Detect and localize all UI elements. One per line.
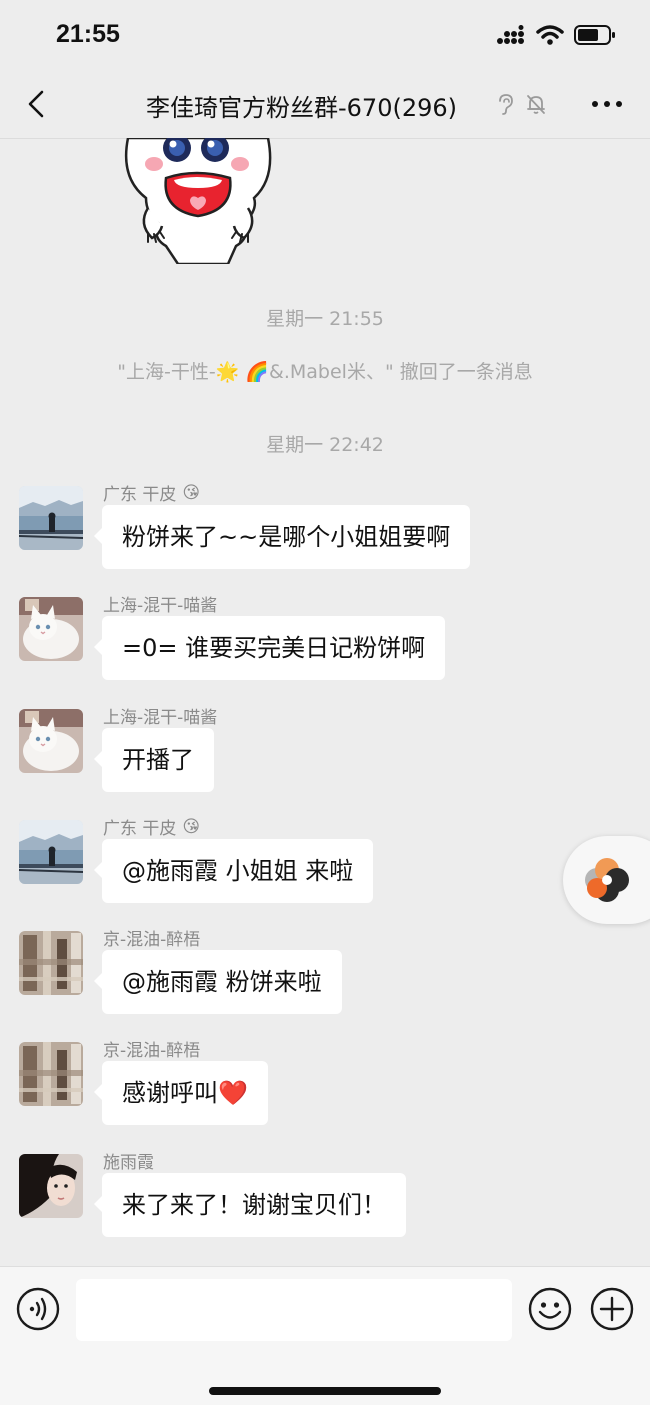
status-bar: 21:55 bbox=[0, 0, 650, 72]
sender-emoji: 😘 bbox=[182, 482, 201, 503]
cellular-signal-icon bbox=[497, 25, 524, 44]
recall-notice: "上海-干性-🌟 🌈&.Mabel米、" 撤回了一条消息 bbox=[117, 361, 533, 383]
timestamp-2: 星期一 22:42 bbox=[266, 434, 384, 456]
blurred-room-avatar[interactable] bbox=[19, 1042, 83, 1106]
sender-name-text: 京-混油-醉梧 bbox=[103, 1041, 201, 1061]
sender-name-text: 上海-混干-喵酱 bbox=[103, 708, 218, 728]
message-bubble[interactable]: =0= 谁要买完美日记粉饼啊 bbox=[93, 616, 446, 680]
mute-bell-icon bbox=[527, 95, 545, 114]
message-bubble[interactable]: 开播了 bbox=[94, 728, 214, 792]
voice-input-button[interactable] bbox=[16, 1287, 60, 1331]
white-cat-avatar[interactable] bbox=[19, 597, 83, 661]
sender-name-text: 施雨霞 bbox=[103, 1153, 154, 1173]
sender-name: 上海-混干-喵酱 bbox=[103, 703, 217, 728]
back-button[interactable] bbox=[18, 84, 58, 124]
sender-name: 广东 干皮 😘 bbox=[103, 480, 201, 506]
sender-name: 广东 干皮 😘 bbox=[103, 814, 201, 840]
sender-name-text: 广东 干皮 bbox=[103, 485, 177, 505]
home-indicator[interactable] bbox=[209, 1387, 441, 1395]
lake-person-avatar[interactable] bbox=[19, 820, 83, 884]
input-bar bbox=[0, 1266, 650, 1405]
battery-icon bbox=[574, 25, 615, 45]
sender-name: 上海-混干-喵酱 bbox=[103, 591, 217, 616]
message-bubble[interactable]: 来了来了！谢谢宝贝们！ bbox=[94, 1173, 406, 1237]
wifi-icon bbox=[536, 25, 564, 45]
status-icons bbox=[496, 24, 616, 46]
chat-screen: 21:55 李佳琦官方粉丝群-670(296) 星期一 21:55 "上海-干性… bbox=[0, 0, 650, 1405]
sender-name: 京-混油-醉梧 bbox=[103, 1036, 200, 1061]
message-bubble[interactable]: @施雨霞 粉饼来啦 bbox=[94, 950, 342, 1014]
title-status-icons bbox=[494, 92, 548, 116]
nav-bar: 李佳琦官方粉丝群-670(296) bbox=[0, 72, 650, 139]
white-cat-avatar[interactable] bbox=[19, 709, 83, 773]
ear-icon bbox=[499, 94, 513, 115]
message-bubble[interactable]: 粉饼来了~~是哪个小姐姐要啊 bbox=[93, 505, 471, 569]
sender-name: 京-混油-醉梧 bbox=[103, 925, 200, 950]
sender-name: 施雨霞 bbox=[103, 1148, 154, 1173]
blurred-room-avatar[interactable] bbox=[19, 931, 83, 995]
message-bubble[interactable]: @施雨霞 小姐姐 来啦 bbox=[93, 839, 374, 903]
sender-name-text: 广东 干皮 bbox=[103, 819, 177, 839]
message-bubble[interactable]: 感谢呼叫❤️ bbox=[94, 1061, 268, 1125]
sticker-image[interactable] bbox=[118, 138, 278, 264]
lake-person-avatar[interactable] bbox=[19, 486, 83, 550]
more-actions-plus-button[interactable] bbox=[590, 1287, 634, 1331]
sender-name-text: 上海-混干-喵酱 bbox=[103, 596, 218, 616]
status-time: 21:55 bbox=[56, 20, 120, 48]
emoji-button[interactable] bbox=[528, 1287, 572, 1331]
sender-emoji: 😘 bbox=[182, 816, 201, 837]
chat-title: 李佳琦官方粉丝群-670(296) bbox=[146, 94, 458, 122]
more-options-button[interactable] bbox=[590, 90, 624, 118]
floating-window-button[interactable] bbox=[563, 836, 650, 924]
floating-window-icon bbox=[585, 858, 629, 902]
sender-name-text: 京-混油-醉梧 bbox=[103, 930, 201, 950]
message-input[interactable] bbox=[76, 1279, 512, 1341]
timestamp-1: 星期一 21:55 bbox=[266, 308, 384, 330]
girl-portrait-avatar[interactable] bbox=[19, 1154, 83, 1218]
